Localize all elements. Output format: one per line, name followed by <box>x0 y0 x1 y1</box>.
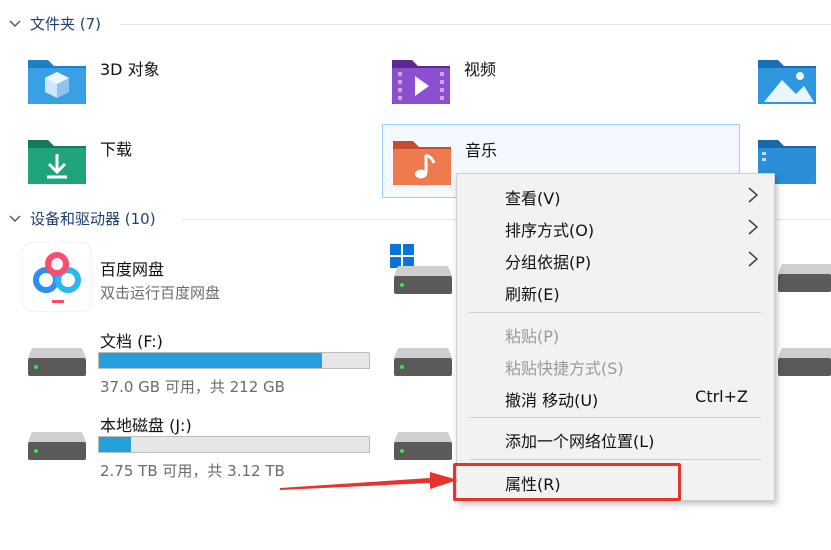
downloads-folder-icon <box>28 140 86 184</box>
music-folder-icon <box>393 141 451 185</box>
folder-tile-videos[interactable]: 视频 <box>386 48 736 116</box>
menu-separator <box>469 417 761 418</box>
device-label: 本地磁盘 (J:) <box>100 416 192 435</box>
annotation-highlight-box <box>453 463 681 501</box>
section-divider <box>120 24 831 25</box>
drive-icon[interactable] <box>392 346 454 378</box>
drive-icon <box>28 432 86 460</box>
menu-item-paste-shortcut[interactable]: 粘贴快捷方式(S) <box>505 355 624 379</box>
drive-icon <box>28 348 86 376</box>
menu-item-undo-move[interactable]: 撤消 移动(U) <box>505 387 598 411</box>
chevron-right-icon <box>748 251 759 267</box>
3d-objects-folder-icon <box>28 60 86 104</box>
section-title: 文件夹 (7) <box>30 15 102 33</box>
menu-item-sort-by[interactable]: 排序方式(O) <box>505 217 594 241</box>
menu-separator <box>469 459 761 460</box>
menu-item-view[interactable]: 查看(V) <box>505 185 560 209</box>
drive-icon[interactable] <box>392 264 454 296</box>
device-subtitle: 2.75 TB 可用，共 3.12 TB <box>100 462 285 480</box>
menu-item-paste[interactable]: 粘贴(P) <box>505 323 559 347</box>
folder-tile-3d-objects[interactable]: 3D 对象 <box>22 48 362 116</box>
videos-folder-icon <box>392 60 450 104</box>
folder-label: 3D 对象 <box>100 60 160 79</box>
device-subtitle: 37.0 GB 可用，共 212 GB <box>100 378 285 396</box>
drive-usage-bar <box>98 436 370 453</box>
folders-section-header[interactable]: 文件夹 (7) <box>8 13 101 34</box>
drive-icon[interactable] <box>392 430 454 462</box>
chevron-right-icon <box>748 187 759 203</box>
menu-item-shortcut: Ctrl+Z <box>695 387 748 406</box>
folder-label: 视频 <box>464 60 497 79</box>
section-divider <box>776 219 831 220</box>
drive-usage-fill <box>99 437 132 452</box>
chevron-down-icon <box>9 215 21 222</box>
baidu-netdisk-icon <box>22 242 92 312</box>
folder-tile-downloads[interactable]: 下载 <box>22 128 362 196</box>
menu-item-add-network-location[interactable]: 添加一个网络位置(L) <box>505 428 654 452</box>
folder-label: 下载 <box>100 140 133 159</box>
pictures-folder-icon[interactable] <box>756 54 818 106</box>
section-title: 设备和驱动器 (10) <box>30 210 156 228</box>
menu-separator <box>469 312 761 313</box>
chevron-right-icon <box>748 219 759 235</box>
context-menu: 查看(V) 排序方式(O) 分组依据(P) 刷新(E) 粘贴(P) 粘贴快捷方式… <box>456 173 775 501</box>
devices-section-header[interactable]: 设备和驱动器 (10) <box>8 208 156 229</box>
drive-usage-bar <box>98 352 370 369</box>
device-subtitle: 双击运行百度网盘 <box>100 284 221 302</box>
section-divider <box>182 219 456 220</box>
annotation-arrow-icon <box>280 472 458 490</box>
device-tile-drive-f[interactable]: 文档 (F:) 37.0 GB 可用，共 212 GB <box>22 324 382 400</box>
menu-item-refresh[interactable]: 刷新(E) <box>505 281 560 305</box>
device-label: 百度网盘 <box>100 260 165 279</box>
chevron-down-icon <box>9 20 21 27</box>
menu-item-group-by[interactable]: 分组依据(P) <box>505 249 591 273</box>
drive-usage-fill <box>99 353 322 368</box>
folder-label: 音乐 <box>465 141 498 160</box>
drive-icon[interactable] <box>776 262 831 294</box>
device-label: 文档 (F:) <box>100 332 163 351</box>
device-tile-baidu-netdisk[interactable]: 百度网盘 双击运行百度网盘 <box>22 240 362 312</box>
drive-icon[interactable] <box>776 346 831 378</box>
